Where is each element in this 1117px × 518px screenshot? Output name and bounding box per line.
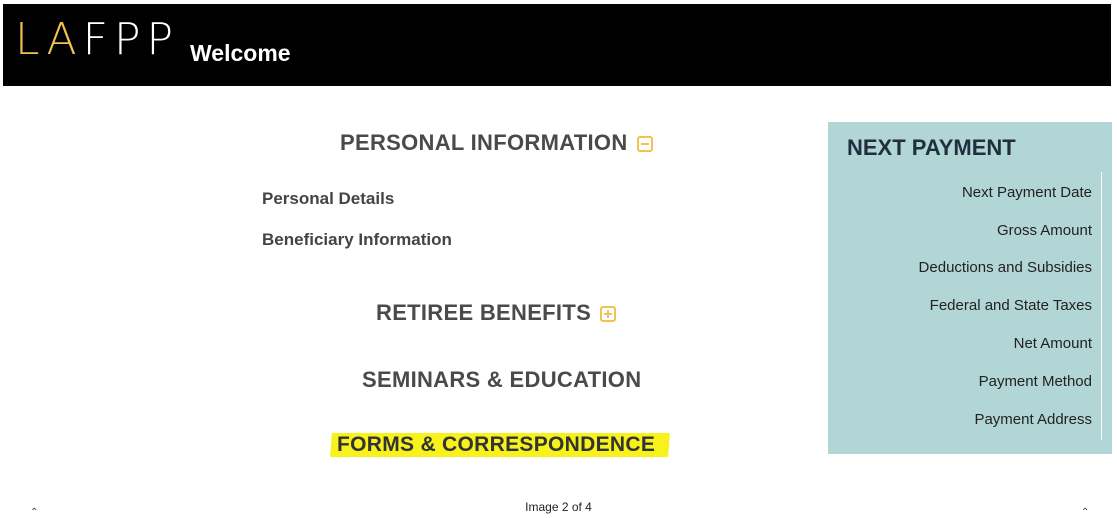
collapse-icon[interactable]	[637, 136, 653, 152]
seminars-education-heading[interactable]: SEMINARS & EDUCATION	[362, 367, 641, 393]
next-payment-date-label: Next Payment Date	[961, 184, 1092, 201]
payment-method-label: Payment Method	[978, 373, 1092, 390]
beneficiary-information-link[interactable]: Beneficiary Information	[262, 230, 452, 250]
next-payment-panel: NEXT PAYMENT Next Payment Date Gross Amo…	[828, 122, 1112, 454]
retiree-benefits-heading[interactable]: RETIREE BENEFITS	[376, 300, 591, 326]
next-arrow-icon[interactable]: ⌃	[1081, 507, 1089, 518]
net-amount-label: Net Amount	[1013, 335, 1092, 352]
welcome-text: Welcome	[190, 40, 291, 66]
forms-correspondence-heading[interactable]: FORMS & CORRESPONDENCE	[337, 433, 655, 457]
personal-information-heading[interactable]: PERSONAL INFORMATION	[340, 130, 628, 156]
gross-amount-label: Gross Amount	[996, 222, 1092, 239]
panel-divider	[1101, 172, 1102, 440]
lafpp-logo[interactable]: LAFPP	[15, 18, 179, 62]
deductions-subsidies-label: Deductions and Subsidies	[918, 259, 1092, 276]
site-header: LAFPP Welcome	[3, 4, 1111, 86]
federal-state-taxes-label: Federal and State Taxes	[929, 297, 1092, 314]
image-counter: Image 2 of 4	[525, 500, 592, 514]
payment-address-label: Payment Address	[974, 411, 1092, 428]
personal-details-link[interactable]: Personal Details	[262, 189, 394, 209]
next-payment-title: NEXT PAYMENT	[847, 135, 1016, 160]
expand-icon[interactable]	[600, 306, 616, 322]
